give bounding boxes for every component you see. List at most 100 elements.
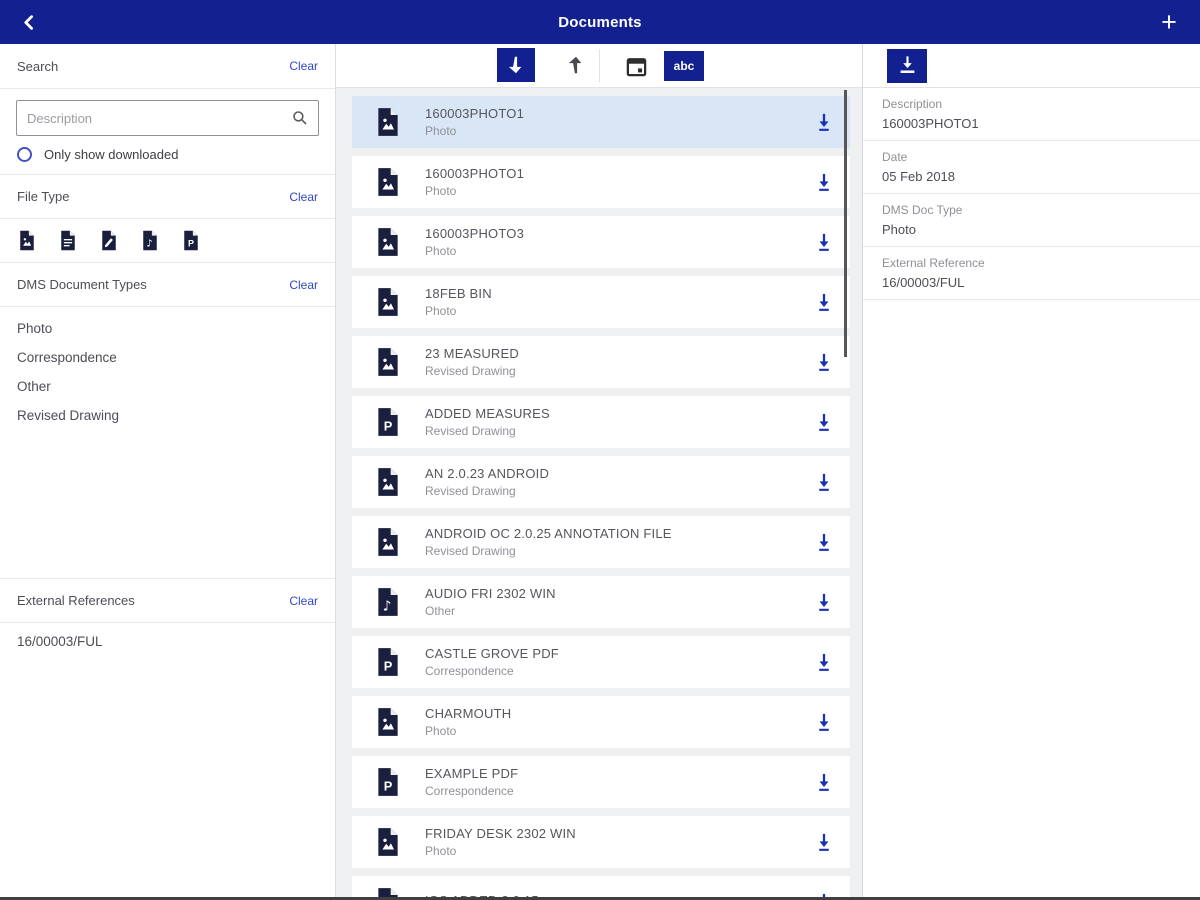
document-type-label: Photo — [425, 244, 457, 258]
dms-type-item-photo[interactable]: Photo — [17, 314, 318, 343]
document-type-label: Photo — [425, 184, 457, 198]
external-ref-item[interactable]: 16/00003/FUL — [0, 623, 335, 660]
download-item-button[interactable] — [814, 652, 834, 672]
search-section-header: Search Clear — [0, 44, 335, 89]
back-button[interactable] — [8, 0, 50, 44]
file-type-clear-link[interactable]: Clear — [289, 190, 318, 204]
field-description: Description 160003PHOTO1 — [863, 88, 1200, 141]
sort-ascending-button[interactable] — [557, 48, 595, 82]
document-details-panel: Description 160003PHOTO1 Date 05 Feb 201… — [862, 44, 1200, 900]
sort-descending-button[interactable] — [497, 48, 535, 82]
file-type-section-title: File Type — [17, 189, 70, 204]
document-title: 160003PHOTO1 — [425, 106, 524, 121]
download-item-button[interactable] — [814, 772, 834, 792]
document-type-label: Other — [425, 604, 456, 618]
abc-label: abc — [673, 59, 695, 73]
page-title: Documents — [558, 13, 642, 31]
alphabetical-sort-button[interactable]: abc — [664, 51, 704, 81]
document-text: 160003PHOTO3 Photo — [425, 226, 850, 258]
scrollbar-thumb[interactable] — [844, 90, 847, 357]
file-type-icon — [375, 527, 401, 557]
document-list-item[interactable]: CHARMOUTH Photo — [352, 696, 850, 748]
file-type-icon — [375, 287, 401, 317]
field-label: External Reference — [882, 256, 985, 270]
document-text: 160003PHOTO1 Photo — [425, 166, 850, 198]
file-type-icon — [375, 647, 401, 677]
file-type-icon — [375, 407, 401, 437]
file-type-icon — [375, 767, 401, 797]
search-input-placeholder: Description — [27, 110, 93, 126]
dms-types-section-title: DMS Document Types — [17, 277, 147, 292]
date-filter-button[interactable] — [617, 49, 655, 83]
document-text: CHARMOUTH Photo — [425, 706, 850, 738]
dms-type-item-other[interactable]: Other — [17, 372, 318, 401]
document-list-item[interactable]: EXAMPLE PDF Correspondence — [352, 756, 850, 808]
field-label: DMS Doc Type — [882, 203, 963, 217]
document-list-item[interactable]: AUDIO FRI 2302 WIN Other — [352, 576, 850, 628]
file-type-icon — [375, 707, 401, 737]
dms-types-clear-link[interactable]: Clear — [289, 278, 318, 292]
document-title: 160003PHOTO3 — [425, 226, 524, 241]
download-item-button[interactable] — [814, 472, 834, 492]
download-item-button[interactable] — [814, 832, 834, 852]
document-type-label: Correspondence — [425, 784, 514, 798]
document-list-item[interactable]: 160003PHOTO1 Photo — [352, 156, 850, 208]
document-type-label: Correspondence — [425, 664, 514, 678]
document-list-item[interactable]: 160003PHOTO1 Photo — [352, 96, 850, 148]
field-value: Photo — [882, 222, 916, 237]
document-text: CASTLE GROVE PDF Correspondence — [425, 646, 850, 678]
document-list-item[interactable]: 18FEB BIN Photo — [352, 276, 850, 328]
download-item-button[interactable] — [814, 112, 834, 132]
field-label: Description — [882, 97, 943, 111]
arrow-up-icon — [565, 54, 587, 76]
calendar-icon — [625, 55, 648, 78]
dms-type-item-revised-drawing[interactable]: Revised Drawing — [17, 401, 318, 430]
add-document-button[interactable]: + — [1148, 0, 1190, 44]
document-type-label: Photo — [425, 844, 457, 858]
search-clear-link[interactable]: Clear — [289, 59, 318, 73]
download-item-button[interactable] — [814, 412, 834, 432]
dms-types-list: Photo Correspondence Other Revised Drawi… — [0, 307, 335, 434]
download-item-button[interactable] — [814, 532, 834, 552]
document-text: EXAMPLE PDF Correspondence — [425, 766, 850, 798]
radio-unchecked-icon — [17, 147, 32, 162]
external-refs-clear-link[interactable]: Clear — [289, 594, 318, 608]
only-show-downloaded-toggle[interactable]: Only show downloaded — [16, 147, 319, 162]
document-file-icon[interactable] — [59, 230, 77, 251]
field-value: 16/00003/FUL — [882, 275, 965, 290]
document-list-item[interactable]: 160003PHOTO3 Photo — [352, 216, 850, 268]
document-list-item[interactable]: ADDED MEASURES Revised Drawing — [352, 396, 850, 448]
document-text: AN 2.0.23 ANDROID Revised Drawing — [425, 466, 850, 498]
download-to-device-icon — [896, 54, 919, 77]
audio-file-icon[interactable] — [141, 230, 159, 251]
image-file-icon[interactable] — [18, 230, 36, 251]
document-title: 18FEB BIN — [425, 286, 492, 301]
download-item-button[interactable] — [814, 352, 834, 372]
download-item-button[interactable] — [814, 292, 834, 312]
document-text: AUDIO FRI 2302 WIN Other — [425, 586, 850, 618]
download-item-button[interactable] — [814, 712, 834, 732]
content-area: Search Clear Description Only show downl… — [0, 44, 1200, 900]
download-item-button[interactable] — [814, 232, 834, 252]
file-type-icon — [375, 587, 401, 617]
download-document-button[interactable] — [887, 48, 927, 83]
toolbar-divider — [599, 49, 600, 82]
document-list-item[interactable]: AN 2.0.23 ANDROID Revised Drawing — [352, 456, 850, 508]
field-external-reference: External Reference 16/00003/FUL — [863, 247, 1200, 300]
document-list-item[interactable]: CASTLE GROVE PDF Correspondence — [352, 636, 850, 688]
file-type-filter-row — [0, 219, 335, 262]
pdf-file-icon[interactable] — [182, 230, 200, 251]
download-item-button[interactable] — [814, 172, 834, 192]
document-list-item[interactable]: ANDROID OC 2.0.25 ANNOTATION FILE Revise… — [352, 516, 850, 568]
description-search-input[interactable]: Description — [16, 100, 319, 136]
document-type-label: Photo — [425, 304, 457, 318]
arrow-down-icon — [505, 54, 527, 76]
document-list-item[interactable]: 23 MEASURED Revised Drawing — [352, 336, 850, 388]
field-value: 160003PHOTO1 — [882, 116, 979, 131]
download-item-button[interactable] — [814, 592, 834, 612]
document-list-item[interactable]: FRIDAY DESK 2302 WIN Photo — [352, 816, 850, 868]
document-type-label: Photo — [425, 724, 457, 738]
document-text: FRIDAY DESK 2302 WIN Photo — [425, 826, 850, 858]
dms-type-item-correspondence[interactable]: Correspondence — [17, 343, 318, 372]
drawing-file-icon[interactable] — [100, 230, 118, 251]
